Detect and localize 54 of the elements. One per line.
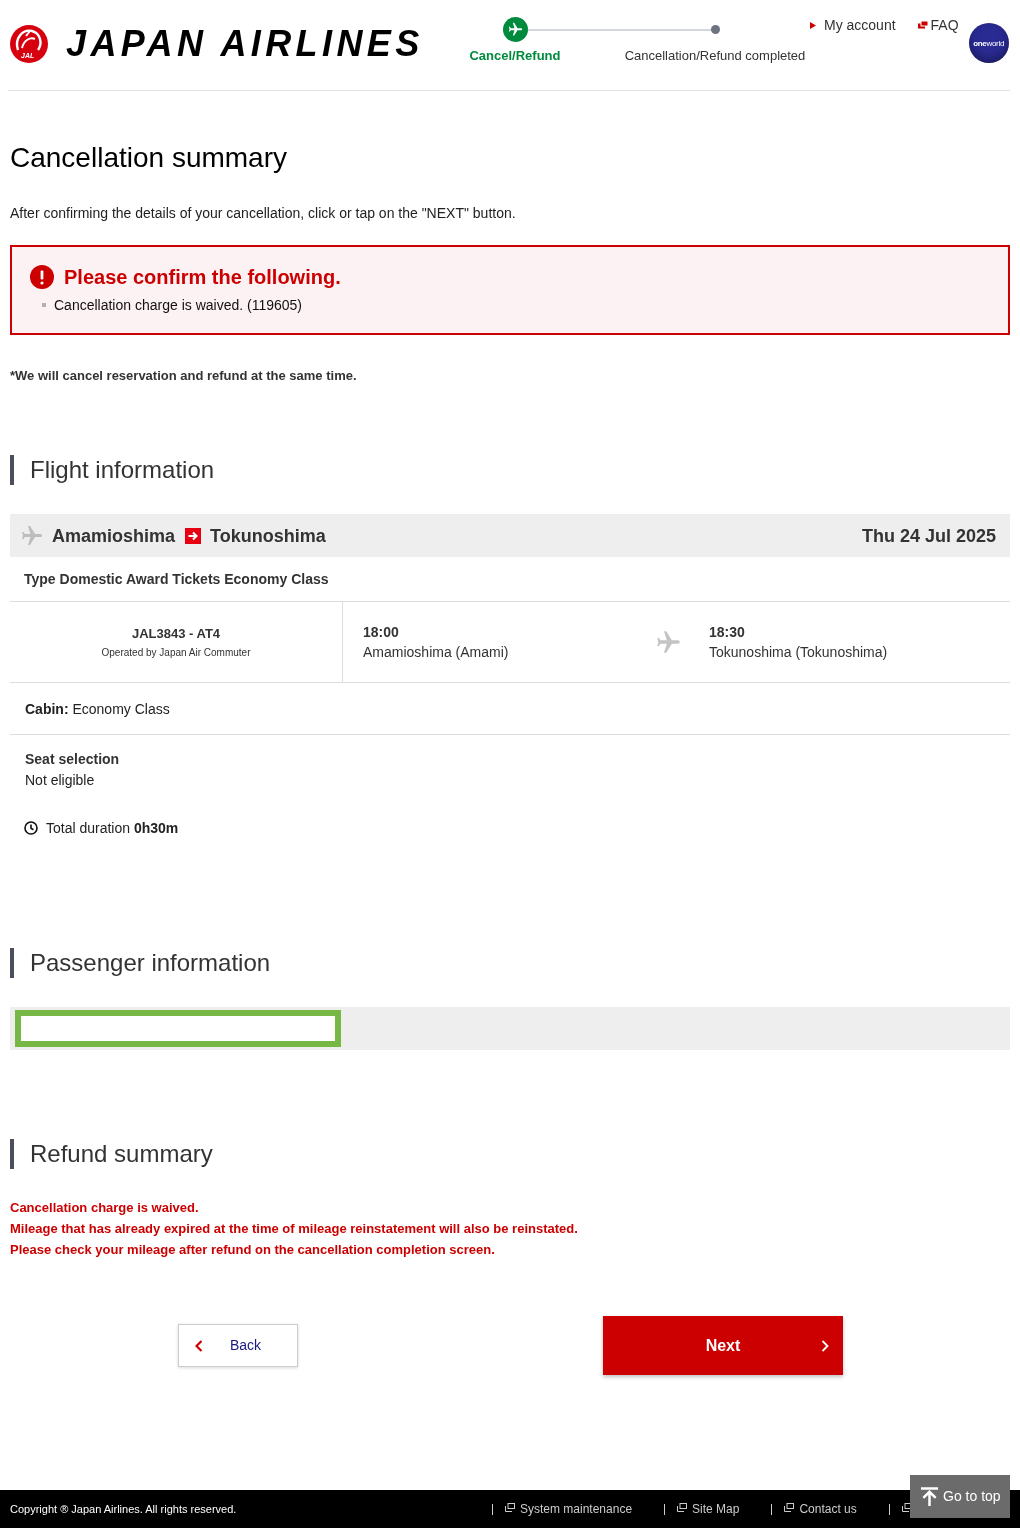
bullet-icon: [42, 303, 46, 307]
arrival-time: 18:30: [709, 623, 746, 642]
intro-text: After confirming the details of your cancellation, click or tap on the "NEXT" button.: [10, 204, 517, 223]
operator-text: Operated by Japan Air Commuter: [101, 646, 251, 659]
cabin-text: Cabin: Economy Class: [25, 699, 170, 719]
footer-link[interactable]: Contact us: [784, 1502, 857, 1516]
departure-airport: Amamioshima (Amami): [363, 643, 510, 662]
seat-selection-value: Not eligible: [25, 771, 95, 790]
chevron-left-icon: [195, 1339, 203, 1352]
account-link[interactable]: My account: [810, 17, 896, 33]
clock-icon: [24, 821, 38, 835]
window-icon: [505, 1502, 515, 1512]
alert-item: Cancellation charge is waived. (119605): [54, 296, 302, 315]
arrival-airport: Tokunoshima (Tokunoshima): [709, 643, 888, 662]
seat-selection-label: Seat selection: [25, 750, 120, 769]
copyright-text: Copyright ® Japan Airlines. All rights reserved.: [10, 1502, 238, 1516]
windows-icon: [917, 21, 928, 29]
total-duration: Total duration 0h30m: [46, 819, 179, 838]
next-button[interactable]: Next: [603, 1316, 843, 1375]
alert-title: Please confirm the following.: [64, 265, 341, 290]
refund-message: Cancellation charge is waived.: [10, 1199, 199, 1217]
chevron-right-icon: [821, 1340, 829, 1352]
triangle-icon: [810, 21, 816, 29]
flight-date: Thu 24 Jul 2025: [861, 524, 996, 547]
note-text: *We will cancel reservation and refund at the same time.: [10, 367, 358, 385]
exclamation-icon: [30, 265, 54, 289]
refund-message: Mileage that has already expired at the time of mileage reinstatement will also be reinstated.: [10, 1220, 578, 1238]
section-heading: Flight information: [10, 455, 1010, 485]
footer-link[interactable]: System maintenance: [505, 1502, 633, 1516]
section-heading: Refund summary: [10, 1139, 1010, 1169]
window-icon: [784, 1502, 795, 1512]
flight-number: JAL3843 - AT4: [131, 625, 221, 643]
page-title: Cancellation summary: [10, 141, 288, 175]
fare-type: Type Domestic Award Tickets Economy Class: [24, 570, 329, 589]
window-icon: [677, 1502, 688, 1512]
window-icon: [901, 1502, 912, 1512]
arrow-up-icon: [920, 1486, 939, 1507]
plane-icon: [20, 523, 44, 548]
destination-city: Tokunoshima: [210, 524, 326, 547]
step-label: Cancel/Refund: [469, 48, 561, 64]
footer-link[interactable]: Site Map: [677, 1502, 740, 1516]
section-heading: Passenger information: [10, 948, 1010, 978]
faq-link[interactable]: FAQ: [917, 17, 959, 33]
refund-message: Please check your mileage after refund on the cancellation completion screen.: [10, 1241, 495, 1259]
back-button[interactable]: Back: [178, 1324, 298, 1367]
alliance-logo: oneworld: [968, 23, 1009, 63]
brand-name: JAPAN AIRLINES: [66, 24, 425, 64]
step-label: Cancellation/Refund completed: [624, 48, 806, 64]
crane-emblem-icon: [10, 25, 48, 63]
departure-time: 18:00: [363, 623, 400, 642]
plane-icon: [655, 628, 682, 656]
arrow-right-icon: [185, 527, 202, 544]
origin-city: Amamioshima: [52, 524, 176, 547]
go-to-top-button[interactable]: Go to top: [910, 1475, 1010, 1518]
